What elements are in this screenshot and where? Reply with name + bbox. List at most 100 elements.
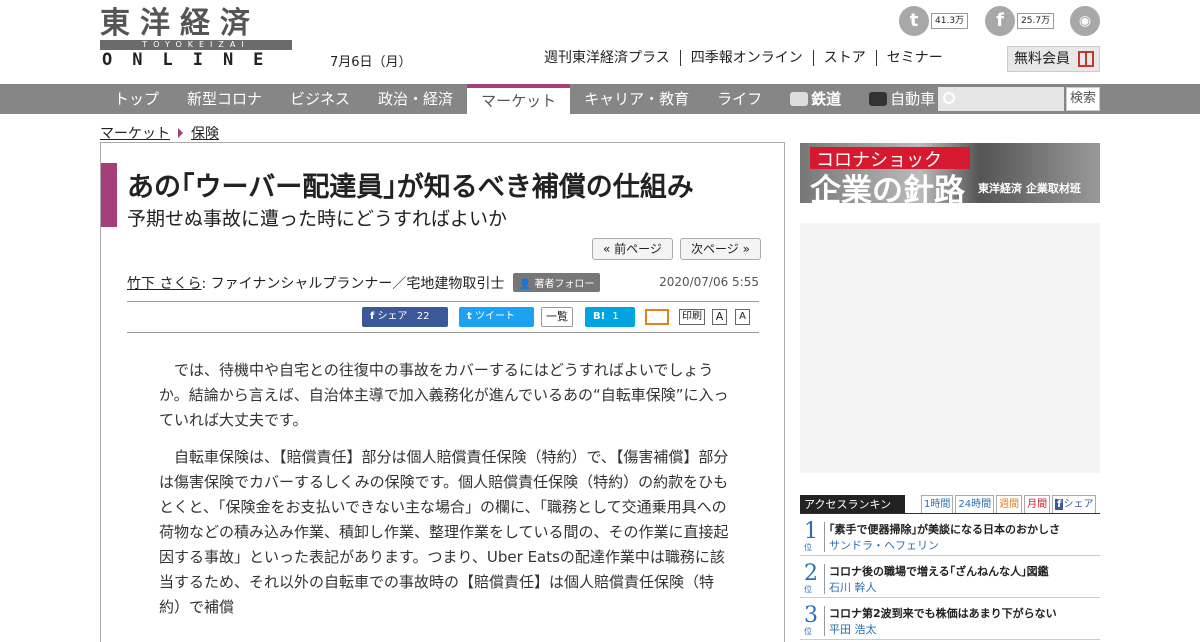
hatena-label: B! <box>593 311 606 322</box>
facebook-icon: f <box>985 6 1015 36</box>
ranking-label: アクセスランキング <box>800 495 905 530</box>
link-seminar[interactable]: セミナー <box>875 50 953 66</box>
rss-icon: ◉ <box>1070 6 1100 36</box>
ranking-title[interactable]: コロナ第2波到来でも株価はあまり下がらない <box>829 605 1057 621</box>
nav-career-education[interactable]: キャリア・教育 <box>570 84 703 114</box>
facebook-share-button[interactable]: f シェア 22 <box>362 307 448 327</box>
ad-slot <box>800 223 1100 473</box>
nav-car[interactable]: 自動車 <box>855 84 949 114</box>
follow-author-label: 著者フォロー <box>534 279 595 290</box>
twitter-icon: t <box>899 6 929 36</box>
rank-unit: 位 <box>804 585 812 594</box>
author-row: 竹下 さくら: ファイナンシャルプランナー／宅地建物取引士 👤 著者フォロー 2… <box>127 273 759 293</box>
logo-online: ONLINE <box>102 50 284 70</box>
current-date: 7月6日（月） <box>330 55 412 70</box>
ranking-tab-1h[interactable]: 1時間 <box>921 495 954 513</box>
facebook-follower-count: 25.7万 <box>1017 13 1055 29</box>
free-member-button[interactable]: 無料会員 <box>1007 46 1100 72</box>
header-links: 週刊東洋経済プラス 四季報オンライン ストア セミナー <box>544 50 953 66</box>
ranking-item[interactable]: 3位 コロナ第2波到来でも株価はあまり下がらない 平田 浩太 <box>800 604 1100 640</box>
twitter-follow[interactable]: t 41.3万 <box>899 6 969 36</box>
search-input[interactable] <box>938 87 1064 111</box>
article: あの｢ウーバー配達員｣が知るべき補償の仕組み 予期せぬ事故に遭った時にどうすれば… <box>100 142 785 642</box>
tweet-button[interactable]: t ツイート <box>459 307 534 327</box>
nav-corona[interactable]: 新型コロナ <box>173 84 276 114</box>
font-size-large-button[interactable]: A <box>712 309 727 325</box>
breadcrumb-insurance[interactable]: 保険 <box>191 123 219 143</box>
link-shikiho-online[interactable]: 四季報オンライン <box>679 50 813 66</box>
breadcrumb-market[interactable]: マーケット <box>100 123 170 143</box>
facebook-follow[interactable]: f 25.7万 <box>985 6 1055 36</box>
ranking-header: アクセスランキング 1時間 24時間 週間 月間 f シェア <box>800 495 1100 530</box>
ranking-tab-monthly[interactable]: 月間 <box>1024 495 1051 513</box>
twitter-follower-count: 41.3万 <box>931 13 969 29</box>
site-header: 東洋経済 TOYOKEIZAI ONLINE 7月6日（月） 週刊東洋経済プラス… <box>0 0 1200 84</box>
nav-market[interactable]: マーケット <box>467 84 571 114</box>
tweet-list-button[interactable]: 一覧 <box>541 307 573 327</box>
facebook-share-count: 22 <box>416 311 430 322</box>
breadcrumb-arrow-icon <box>178 128 183 138</box>
rank-unit: 位 <box>804 543 812 552</box>
access-ranking: アクセスランキング 1時間 24時間 週間 月間 f シェア 1位 ｢素手で便器掃… <box>800 495 1100 640</box>
ranking-author[interactable]: 平田 浩太 <box>829 621 877 637</box>
rank-number: 1位 <box>804 520 822 552</box>
ranking-tab-share[interactable]: f シェア <box>1052 495 1097 513</box>
banner-line2: 企業の針路 <box>810 173 965 203</box>
mail-icon[interactable] <box>645 309 669 325</box>
facebook-share-label: シェア <box>377 311 408 322</box>
logo-roman: TOYOKEIZAI <box>100 40 292 50</box>
train-icon <box>790 92 809 106</box>
free-member-label: 無料会員 <box>1014 51 1070 67</box>
ranking-author[interactable]: 石川 幹人 <box>829 579 877 595</box>
search-button[interactable]: 検索 <box>1066 87 1100 111</box>
author-name[interactable]: 竹下 さくら <box>127 276 201 292</box>
ranking-tab-24h[interactable]: 24時間 <box>955 495 995 513</box>
banner-line3: 東洋経済 企業取材班 <box>978 182 1081 195</box>
rank-digit: 1 <box>804 519 818 544</box>
author-role: : ファイナンシャルプランナー／宅地建物取引士 <box>201 276 505 292</box>
link-weekly-plus[interactable]: 週刊東洋経済プラス <box>544 50 680 66</box>
tweet-label: ツイート <box>474 311 515 322</box>
publish-date: 2020/07/06 5:55 <box>659 275 759 289</box>
ranking-item[interactable]: 1位 ｢素手で便器掃除｣が美談になる日本のおかしさ サンドラ・ヘフェリン <box>800 520 1100 556</box>
divider <box>127 332 759 333</box>
person-icon: 👤 <box>518 279 532 290</box>
site-logo[interactable]: 東洋経済 TOYOKEIZAI ONLINE <box>100 8 292 70</box>
main-nav: トップ 新型コロナ ビジネス 政治・経済 マーケット キャリア・教育 ライフ 鉄… <box>0 84 1200 114</box>
rank-number: 3位 <box>804 604 822 636</box>
corona-shock-banner[interactable]: コロナショック 企業の針路 東洋経済 企業取材班 <box>800 143 1100 203</box>
next-page-button[interactable]: 次ページ » <box>680 238 761 260</box>
prev-page-button[interactable]: « 前ページ <box>592 238 673 260</box>
share-toolbar: f シェア 22 t ツイート 一覧 B! 1 印刷 A A <box>127 307 759 329</box>
nav-politics-economy[interactable]: 政治・経済 <box>364 84 467 114</box>
paragraph: 自転車保険は、【賠償責任】部分は個人賠償責任保険（特約）で、【傷害補償】部分は傷… <box>159 448 729 616</box>
divider <box>127 301 759 302</box>
search-icon <box>943 92 955 104</box>
rss-link[interactable]: ◉ <box>1070 6 1100 36</box>
article-body: では、待機中や自宅との往復中の事故をカバーするにはどうすればよいでしょうか。結論… <box>159 358 729 632</box>
ranking-item[interactable]: 2位 コロナ後の職場で増える｢ざんねんな人｣図鑑 石川 幹人 <box>800 562 1100 598</box>
nav-railway-label: 鉄道 <box>811 90 842 108</box>
paragraph: では、待機中や自宅との往復中の事故をカバーするにはどうすればよいでしょうか。結論… <box>159 361 729 429</box>
ranking-author[interactable]: サンドラ・ヘフェリン <box>829 537 939 553</box>
ranking-tab-weekly[interactable]: 週間 <box>996 495 1023 513</box>
car-icon <box>869 92 888 106</box>
logo-kanji: 東洋経済 <box>100 6 260 41</box>
nav-railway[interactable]: 鉄道 <box>776 84 855 114</box>
hatena-count: 1 <box>612 311 619 322</box>
follow-author-button[interactable]: 👤 著者フォロー <box>512 273 601 292</box>
nav-business[interactable]: ビジネス <box>276 84 364 114</box>
print-button[interactable]: 印刷 <box>679 309 705 325</box>
ranking-title[interactable]: ｢素手で便器掃除｣が美談になる日本のおかしさ <box>829 521 1060 537</box>
link-store[interactable]: ストア <box>812 50 876 66</box>
gift-icon <box>1078 51 1094 67</box>
hatena-bookmark-button[interactable]: B! 1 <box>585 307 635 327</box>
ranking-title[interactable]: コロナ後の職場で増える｢ざんねんな人｣図鑑 <box>829 563 1049 579</box>
nav-top[interactable]: トップ <box>100 84 173 114</box>
title-accent-bar <box>101 163 117 227</box>
nav-life[interactable]: ライフ <box>703 84 776 114</box>
font-size-small-button[interactable]: A <box>735 309 750 325</box>
twitter-share-icon: t <box>467 311 472 322</box>
nav-car-label: 自動車 <box>890 90 936 108</box>
rank-digit: 2 <box>804 561 818 586</box>
